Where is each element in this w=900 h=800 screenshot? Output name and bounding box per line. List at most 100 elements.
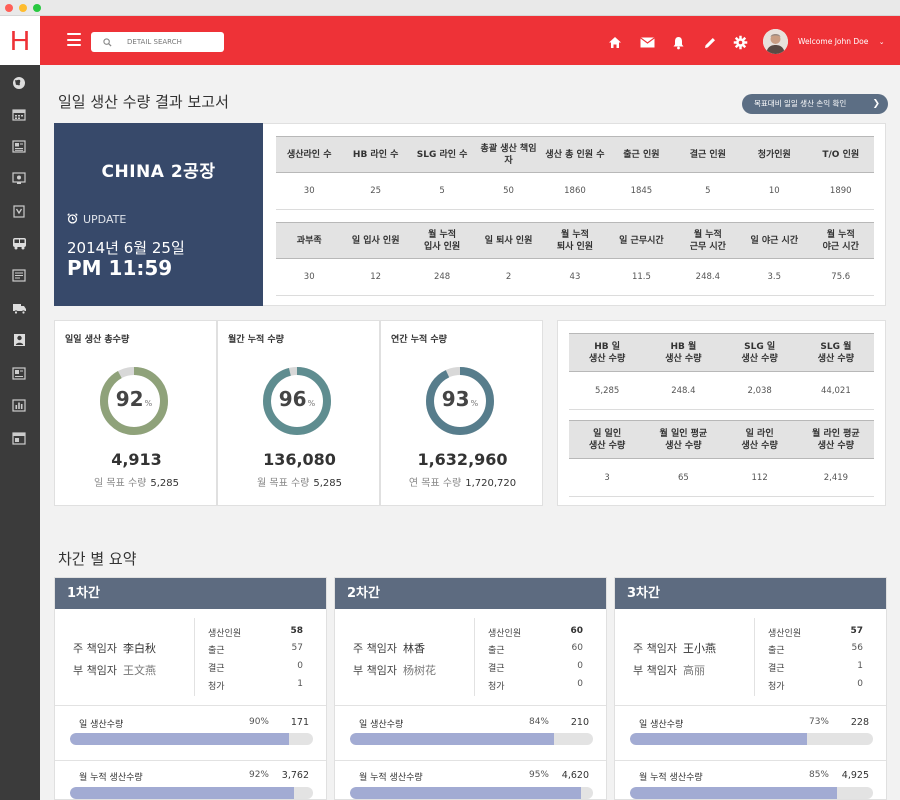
bar-chart-icon[interactable] bbox=[11, 398, 27, 412]
table-header: 과부족 bbox=[276, 222, 343, 259]
staff-table-1: 생산라인 수 HB 라인 수 SLG 라인 수 총괄 생산 책임자 생산 총 인… bbox=[276, 136, 874, 210]
truck-icon[interactable] bbox=[11, 301, 27, 315]
stat-value: 60 bbox=[571, 643, 583, 653]
header-text: 일 입사 인원 bbox=[351, 235, 400, 246]
app-logo[interactable]: H bbox=[0, 16, 40, 65]
schedule-icon[interactable] bbox=[11, 204, 27, 218]
kpi-card-daily: 일일 생산 총수량 92% 4,913 일 목표 수량 5,285 bbox=[54, 320, 217, 506]
detail-search-box[interactable] bbox=[91, 32, 224, 52]
loss-check-button[interactable]: 목표대비 일일 생산 손익 확인 ❯ bbox=[742, 94, 888, 114]
window-icon[interactable] bbox=[11, 431, 27, 445]
calendar-icon[interactable] bbox=[11, 107, 27, 121]
bar-percent: 90% bbox=[248, 717, 269, 727]
table-cell: 248.4 bbox=[645, 371, 722, 410]
chevron-down-icon: ⌄ bbox=[878, 38, 885, 46]
alarm-clock-icon bbox=[67, 213, 78, 224]
welcome-user-menu[interactable]: Welcome John Doe ⌄ bbox=[798, 37, 885, 46]
search-icon bbox=[103, 38, 112, 47]
factory-name: CHINA 2공장 bbox=[101, 162, 216, 182]
percent-value: 92 bbox=[115, 387, 144, 411]
sub-manager-label: 부 책임자 bbox=[633, 664, 677, 677]
user-avatar[interactable] bbox=[763, 29, 788, 54]
table-cell: 50 bbox=[475, 172, 542, 210]
percent-value: 96 bbox=[278, 387, 307, 411]
bar-label: 월 누적 생산수량 bbox=[359, 773, 423, 783]
stat-value: 0 bbox=[577, 661, 583, 671]
maximize-window-button[interactable] bbox=[33, 4, 41, 12]
table-cell: 5,285 bbox=[569, 371, 646, 410]
progress-bar bbox=[70, 787, 313, 799]
progress-bar bbox=[630, 733, 873, 745]
divider bbox=[194, 618, 195, 696]
table-header: 출근 인원 bbox=[608, 136, 675, 173]
main-manager: 주 책임자 林香 bbox=[353, 640, 425, 656]
goal-label: 월 목표 수량 bbox=[257, 478, 310, 489]
monitor-icon[interactable] bbox=[11, 171, 27, 185]
kpi-card-yearly: 연간 누적 수량 93% 1,632,960 연 목표 수량 1,720,720 bbox=[380, 320, 543, 506]
header-text: 월 누적 입사 인원 bbox=[423, 229, 461, 252]
mail-icon[interactable] bbox=[639, 35, 655, 50]
bell-icon[interactable] bbox=[670, 35, 686, 50]
report-icon[interactable] bbox=[11, 268, 27, 282]
pencil-icon[interactable] bbox=[702, 35, 718, 50]
kpi-title: 월간 누적 수량 bbox=[228, 335, 284, 345]
bar-label: 월 누적 생산수량 bbox=[639, 773, 703, 783]
document-icon[interactable] bbox=[11, 139, 27, 153]
table-header: 일 입사 인원 bbox=[342, 222, 409, 259]
home-icon[interactable] bbox=[607, 35, 623, 50]
menu-toggle-button[interactable] bbox=[67, 33, 81, 46]
table-header: HB 일 생산 수량 bbox=[569, 333, 646, 372]
table-header: 일 근무시간 bbox=[608, 222, 675, 259]
sub-manager-name: 高丽 bbox=[682, 664, 705, 677]
stat-label: 결근 bbox=[488, 664, 505, 674]
table-header: SLG 라인 수 bbox=[408, 136, 476, 173]
percent-sign: % bbox=[307, 399, 316, 408]
shift-name: 1차간 bbox=[55, 578, 326, 609]
search-input[interactable] bbox=[127, 34, 219, 50]
bar-percent: 84% bbox=[528, 717, 549, 727]
table-cell: 65 bbox=[645, 458, 722, 497]
divider bbox=[754, 618, 755, 696]
goal-label: 일 목표 수량 bbox=[94, 478, 147, 489]
chart-icon[interactable] bbox=[11, 366, 27, 380]
update-time: PM 11:59 bbox=[67, 256, 173, 280]
stat-label: 생산인원 bbox=[208, 629, 242, 639]
main-manager-name: 李白秋 bbox=[122, 642, 156, 655]
update-label: UPDATE bbox=[83, 213, 127, 226]
logo-letter: H bbox=[9, 24, 31, 56]
person-icon[interactable] bbox=[11, 333, 27, 347]
bar-value: 210 bbox=[570, 717, 589, 728]
bus-icon[interactable] bbox=[11, 236, 27, 250]
sub-manager-label: 부 책임자 bbox=[73, 664, 117, 677]
kpi-value: 4,913 bbox=[111, 450, 162, 469]
sub-manager: 부 책임자 王文燕 bbox=[73, 662, 156, 678]
table-cell: 3.5 bbox=[741, 258, 808, 296]
bar-label: 일 생산수량 bbox=[639, 720, 684, 730]
table-cell: 5 bbox=[408, 172, 476, 210]
stat-value: 0 bbox=[577, 679, 583, 689]
progress-fill bbox=[630, 787, 837, 799]
header-text: 월 누적 근무 시간 bbox=[689, 229, 726, 252]
shift-name: 2차간 bbox=[335, 578, 606, 609]
gear-icon[interactable] bbox=[732, 35, 748, 50]
ring-percent: 93% bbox=[423, 387, 497, 411]
divider bbox=[55, 760, 326, 761]
table-cell: 2 bbox=[475, 258, 542, 296]
kpi-card-monthly: 월간 누적 수량 96% 136,080 월 목표 수량 5,285 bbox=[217, 320, 380, 506]
table-header: 월 누적 야근 시간 bbox=[807, 222, 874, 259]
welcome-text: Welcome John Doe bbox=[798, 37, 869, 46]
main-manager-name: 林香 bbox=[402, 642, 425, 655]
goal-label: 연 목표 수량 bbox=[408, 478, 462, 489]
globe-icon[interactable] bbox=[11, 76, 27, 90]
table-header: 생산 총 인원 수 bbox=[541, 136, 609, 173]
bar-value: 4,620 bbox=[561, 770, 589, 781]
table-header: 일 퇴사 인원 bbox=[475, 222, 542, 259]
close-window-button[interactable] bbox=[5, 4, 13, 12]
window-titlebar bbox=[0, 0, 900, 16]
table-cell: 2,419 bbox=[797, 458, 874, 497]
table-cell: 25 bbox=[342, 172, 409, 210]
minimize-window-button[interactable] bbox=[19, 4, 27, 12]
main-manager: 주 책임자 王小燕 bbox=[633, 640, 716, 656]
stat-value: 1 bbox=[297, 679, 303, 689]
table-header: HB 월 생산 수량 bbox=[645, 333, 722, 372]
